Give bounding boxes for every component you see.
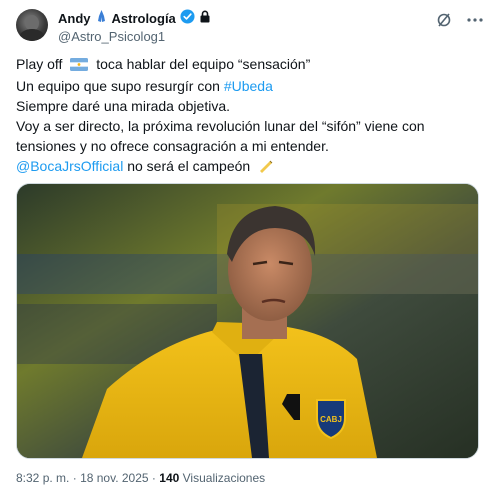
tweet-line-3: Siempre daré una mirada objetiva. — [16, 98, 231, 114]
hashtag-ubeda[interactable]: #Ubeda — [224, 78, 273, 94]
argentina-flag-icon — [70, 56, 89, 76]
views-count: 140 — [159, 471, 180, 485]
grok-icon[interactable] — [436, 12, 452, 33]
views-label: Visualizaciones — [182, 471, 266, 485]
pray-hands-icon — [95, 9, 108, 28]
author-handle[interactable]: @Astro_Psicolog1 — [58, 29, 482, 44]
avatar[interactable] — [16, 9, 48, 41]
author-name-suffix[interactable]: Astrología — [112, 11, 176, 26]
tweet-text: Play off toca hablar del equipo “sensaci… — [16, 54, 478, 178]
verified-badge-icon — [180, 8, 195, 29]
tweet-line-4: Voy a ser directo, la próxima revolución… — [16, 118, 425, 134]
tweet-card: Andy Astrología @Astro_Psicolog1 Play of… — [0, 0, 498, 500]
tweet-actions-top — [436, 12, 484, 33]
tweet-image[interactable]: CABJ — [16, 183, 479, 459]
tweet-date[interactable]: 18 nov. 2025 — [80, 471, 149, 485]
tweet-time[interactable]: 8:32 p. m. — [16, 471, 69, 485]
cabj-badge-text: CABJ — [320, 415, 342, 424]
tweet-line-1: Play off toca hablar del equipo “sensaci… — [16, 54, 478, 76]
mention-bocajrsofficial[interactable]: @BocaJrsOfficial — [16, 158, 123, 174]
tweet-header: Andy Astrología @Astro_Psicolog1 — [58, 8, 482, 44]
author-name[interactable]: Andy — [58, 11, 91, 26]
tweet-line-2: Un equipo que supo resurgír con #Ubeda — [16, 78, 273, 94]
tweet-line-5: tensiones y no ofrece consagración a mi … — [16, 138, 329, 154]
writing-hand-icon — [258, 158, 274, 178]
lock-icon — [199, 10, 211, 28]
tweet-line-6: @BocaJrsOfficial no será el campeón — [16, 156, 478, 178]
tweet-meta: 8:32 p. m. · 18 nov. 2025 · 140 Visualiz… — [16, 471, 266, 485]
more-icon[interactable] — [466, 12, 484, 33]
